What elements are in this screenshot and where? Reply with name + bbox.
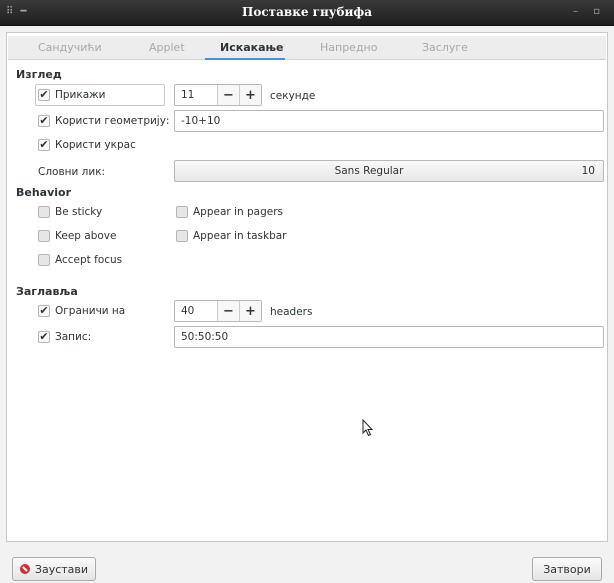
tab-popup[interactable]: Искакање <box>220 41 283 54</box>
checkbox-checked-icon: ✔ <box>38 138 50 151</box>
pagers-checkbox[interactable]: Appear in pagers <box>176 202 283 222</box>
font-name: Sans Regular <box>334 165 404 177</box>
checkbox-checked-icon: ✔ <box>38 114 50 127</box>
behavior-heading: Behavior <box>16 186 72 199</box>
window-title: Поставке гнубифа <box>242 5 372 19</box>
headers-heading: Заглавља <box>16 285 78 298</box>
seconds-value[interactable]: 11 <box>175 85 217 105</box>
pagers-label: Appear in pagers <box>193 206 283 218</box>
geometry-input[interactable]: -10+10 <box>174 110 604 132</box>
tab-applet[interactable]: Applet <box>149 41 185 54</box>
checkbox-checked-icon: ✔ <box>38 330 50 343</box>
appearance-heading: Изглед <box>16 68 62 81</box>
font-chooser-button[interactable]: Sans Regular 10 <box>174 160 604 182</box>
format-checkbox[interactable]: ✔ Запис: <box>38 327 91 347</box>
seconds-increment-button[interactable]: + <box>239 85 261 105</box>
sticky-label: Be sticky <box>55 206 103 218</box>
taskbar-checkbox[interactable]: Appear in taskbar <box>176 226 287 246</box>
tab-bar: Сандучићи Applet Искакање Напредно Заслу… <box>8 36 606 60</box>
font-label: Словни лик: <box>38 166 106 178</box>
geometry-label: Користи геометрију: <box>55 115 170 127</box>
above-label: Keep above <box>55 230 117 242</box>
headers-value[interactable]: 40 <box>175 301 217 321</box>
font-size: 10 <box>581 165 595 177</box>
decoration-label: Користи украс <box>55 139 136 151</box>
close-button-label: Затвори <box>543 562 591 576</box>
tab-advanced[interactable]: Напредно <box>320 41 377 54</box>
seconds-decrement-button[interactable]: − <box>217 85 239 105</box>
sticky-checkbox[interactable]: Be sticky <box>38 202 102 222</box>
seconds-spinner[interactable]: 11 − + <box>174 84 262 106</box>
tab-boxes[interactable]: Сандучићи <box>38 41 102 54</box>
window-controls[interactable]: – ▫ <box>573 6 606 17</box>
taskbar-label: Appear in taskbar <box>193 230 287 242</box>
format-label: Запис: <box>55 331 92 343</box>
decoration-checkbox[interactable]: ✔ Користи украс <box>38 135 136 155</box>
close-button[interactable]: Затвори <box>532 557 602 581</box>
stop-button[interactable]: Заустави <box>12 557 96 581</box>
headers-increment-button[interactable]: + <box>239 301 261 321</box>
tab-credits[interactable]: Заслуге <box>422 41 468 54</box>
checkbox-unchecked-icon <box>38 206 50 218</box>
headers-spinner[interactable]: 40 − + <box>174 300 262 322</box>
preferences-panel <box>6 32 608 542</box>
show-checkbox[interactable]: ✔ Прикажи <box>38 85 105 105</box>
checkbox-checked-icon: ✔ <box>38 88 50 101</box>
checkbox-unchecked-icon <box>38 254 50 266</box>
above-checkbox[interactable]: Keep above <box>38 226 116 246</box>
format-input[interactable]: 50:50:50 <box>174 326 604 348</box>
show-label: Прикажи <box>55 89 106 101</box>
seconds-unit-label: секунде <box>270 90 316 102</box>
checkbox-checked-icon: ✔ <box>38 304 50 317</box>
active-tab-indicator <box>205 58 285 60</box>
checkbox-unchecked-icon <box>38 230 50 242</box>
headers-decrement-button[interactable]: − <box>217 301 239 321</box>
stop-icon <box>19 564 30 574</box>
limit-label: Ограничи на <box>55 305 126 317</box>
mouse-pointer-icon <box>362 419 374 437</box>
checkbox-unchecked-icon <box>176 230 188 242</box>
focus-checkbox[interactable]: Accept focus <box>38 250 122 270</box>
geometry-checkbox[interactable]: ✔ Користи геометрију: <box>38 111 169 131</box>
checkbox-unchecked-icon <box>176 206 188 218</box>
limit-checkbox[interactable]: ✔ Ограничи на <box>38 301 125 321</box>
stop-button-label: Заустави <box>34 562 89 576</box>
title-bar: ⠿ ━ Поставке гнубифа – ▫ <box>0 0 614 26</box>
focus-label: Accept focus <box>55 254 123 266</box>
headers-unit-label: headers <box>270 306 313 318</box>
